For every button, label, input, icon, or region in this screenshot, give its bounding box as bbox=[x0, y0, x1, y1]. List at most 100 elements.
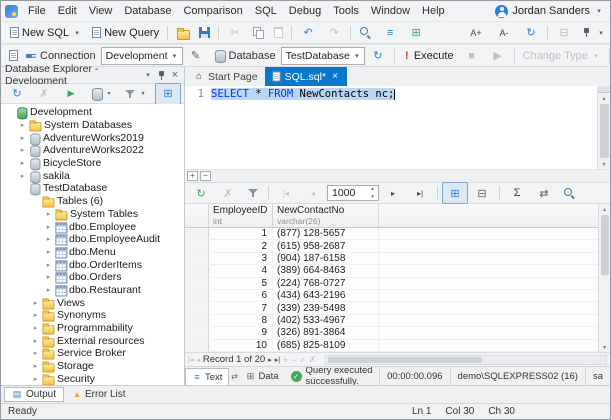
table-row[interactable]: 8 (402) 533-4967 bbox=[185, 314, 610, 328]
row-header[interactable] bbox=[185, 228, 209, 240]
copy-button[interactable] bbox=[248, 24, 269, 41]
refresh-results-button[interactable]: ↻ bbox=[188, 182, 214, 204]
grid-scrollbar[interactable]: ▴ ▾ bbox=[598, 204, 610, 352]
tab-output[interactable]: ▤ Output bbox=[4, 387, 65, 402]
tree-item-service-broker[interactable]: ▸ Service Broker bbox=[1, 347, 184, 360]
chevron-right-icon[interactable]: ▸ bbox=[17, 146, 28, 154]
last-record-icon[interactable]: ▸| bbox=[275, 356, 280, 364]
row-header[interactable] bbox=[185, 240, 209, 252]
table-row[interactable]: 2 (615) 958-2687 bbox=[185, 240, 610, 253]
chevron-right-icon[interactable]: ▸ bbox=[43, 261, 54, 269]
chevron-right-icon[interactable]: ▸ bbox=[30, 324, 41, 332]
table-row[interactable]: 5 (224) 768-0727 bbox=[185, 277, 610, 290]
new-sql-button[interactable]: New SQL ▾ bbox=[5, 22, 87, 44]
tree-item-adventureworks2022[interactable]: ▸ AdventureWorks2022 bbox=[1, 144, 184, 158]
prev-record-icon[interactable]: ◂ bbox=[196, 356, 200, 364]
connection-select[interactable]: Development ▾ bbox=[100, 46, 183, 65]
cell-employeeid[interactable]: 2 bbox=[209, 240, 273, 252]
table-row[interactable]: 9 (326) 891-3864 bbox=[185, 327, 610, 340]
transpose-button[interactable]: ⇄ bbox=[531, 182, 557, 204]
tree-item-external-resources[interactable]: ▸ External resources bbox=[1, 334, 184, 348]
chevron-right-icon[interactable]: ▸ bbox=[17, 121, 28, 129]
tree-item-dbo-restaurant[interactable]: ▸ dbo.Restaurant bbox=[1, 284, 184, 297]
cell-employeeid[interactable]: 9 bbox=[209, 327, 273, 339]
explorer-delete-button[interactable]: ✗ bbox=[31, 83, 57, 105]
tree-item-dbo-menu[interactable]: ▸ dbo.Menu bbox=[1, 246, 184, 259]
cell-newcontactno[interactable]: (402) 533-4967 bbox=[273, 314, 379, 327]
chevron-right-icon[interactable]: ▸ bbox=[30, 337, 41, 345]
menu-sql[interactable]: SQL bbox=[249, 3, 283, 19]
compare-view-toggle[interactable]: ⊞ bbox=[155, 82, 181, 105]
chevron-right-icon[interactable]: ▸ bbox=[30, 362, 41, 370]
format-sql-button[interactable]: ≡ bbox=[377, 22, 403, 44]
next-page-button[interactable]: ▸ bbox=[380, 182, 406, 204]
chevron-right-icon[interactable]: ▸ bbox=[30, 349, 41, 357]
column-header-newcontactno[interactable]: NewContactNo varchar(26) bbox=[273, 204, 379, 227]
chevron-right-icon[interactable]: ▸ bbox=[17, 159, 28, 167]
row-header[interactable] bbox=[185, 289, 209, 302]
stop-execution-button[interactable]: ■ bbox=[459, 45, 485, 67]
find-button[interactable] bbox=[354, 23, 377, 42]
new-query-button[interactable]: New Query bbox=[87, 24, 164, 42]
split-handle[interactable] bbox=[598, 86, 610, 93]
table-row[interactable]: 6 (434) 643-2196 bbox=[185, 289, 610, 303]
tree-item-system-tables[interactable]: ▸ System Tables bbox=[1, 208, 184, 221]
tab-sql-file[interactable]: SQL.sql* × bbox=[264, 67, 348, 86]
grid-find-button[interactable] bbox=[558, 184, 581, 203]
spinner-down-icon[interactable]: ▾ bbox=[367, 193, 378, 201]
chevron-right-icon[interactable]: ▸ bbox=[17, 134, 28, 142]
pin-icon[interactable] bbox=[157, 70, 166, 81]
row-header[interactable] bbox=[185, 265, 209, 277]
cell-newcontactno[interactable]: (685) 825-8109 bbox=[273, 339, 379, 351]
cell-newcontactno[interactable]: (904) 187-6158 bbox=[273, 252, 379, 265]
user-menu[interactable]: Jordan Sanders ▾ bbox=[495, 3, 604, 19]
cancel-edit-icon[interactable]: ✗ bbox=[309, 355, 316, 364]
expand-results-button[interactable]: + bbox=[187, 171, 198, 181]
chevron-right-icon[interactable]: ▸ bbox=[43, 223, 54, 231]
card-view-button[interactable]: ⊟ bbox=[469, 182, 495, 204]
tree-item-storage[interactable]: ▸ Storage bbox=[1, 360, 184, 373]
append-record-icon[interactable]: + bbox=[283, 355, 288, 365]
scroll-up-icon[interactable]: ▴ bbox=[602, 93, 605, 103]
chevron-right-icon[interactable]: ▸ bbox=[43, 273, 54, 281]
cell-newcontactno[interactable]: (615) 958-2687 bbox=[273, 240, 379, 252]
open-file-button[interactable] bbox=[171, 24, 194, 42]
grid-corner-cell[interactable] bbox=[185, 204, 209, 227]
tab-error-list[interactable]: ▲ Error List bbox=[66, 387, 132, 402]
cancel-results-button[interactable]: ✗ bbox=[215, 182, 241, 204]
save-button[interactable] bbox=[194, 24, 215, 41]
next-record-icon[interactable]: ▸ bbox=[268, 356, 272, 364]
first-page-button[interactable]: |◂ bbox=[273, 182, 299, 204]
cut-button[interactable]: ✂ bbox=[222, 22, 248, 44]
editor-scrollbar[interactable]: ▴ ▾ bbox=[597, 86, 610, 169]
cell-employeeid[interactable]: 5 bbox=[209, 277, 273, 289]
chevron-right-icon[interactable]: ▸ bbox=[30, 311, 41, 319]
grid-horizontal-scrollbar[interactable] bbox=[324, 354, 607, 365]
cell-newcontactno[interactable]: (877) 128-5657 bbox=[273, 228, 379, 240]
tree-item-bicyclestore[interactable]: ▸ BicycleStore bbox=[1, 157, 184, 170]
tree-item-testdatabase[interactable]: TestDatabase bbox=[1, 182, 184, 196]
table-row[interactable]: 1 (877) 128-5657 bbox=[185, 228, 610, 241]
scroll-down-icon[interactable]: ▾ bbox=[602, 159, 605, 169]
cell-employeeid[interactable]: 3 bbox=[209, 252, 273, 265]
menu-file[interactable]: File bbox=[22, 3, 52, 19]
grid-view-button[interactable]: ⊞ bbox=[442, 182, 468, 204]
row-header[interactable] bbox=[185, 327, 209, 339]
cell-employeeid[interactable]: 1 bbox=[209, 228, 273, 240]
sql-editor[interactable]: 1 SELECT * FROM NewContacts nc; ▴ ▾ bbox=[185, 86, 610, 170]
cell-employeeid[interactable]: 7 bbox=[209, 302, 273, 314]
scroll-down-icon[interactable]: ▾ bbox=[603, 342, 606, 352]
menu-window[interactable]: Window bbox=[365, 3, 416, 19]
tree-item-adventureworks2019[interactable]: ▸ AdventureWorks2019 bbox=[1, 131, 184, 145]
scrollbar-thumb[interactable] bbox=[327, 356, 482, 363]
execute-button[interactable]: ! Execute bbox=[398, 45, 459, 67]
cell-employeeid[interactable]: 4 bbox=[209, 265, 273, 277]
snippets-button[interactable]: ⊞ bbox=[403, 22, 429, 44]
row-header[interactable] bbox=[185, 252, 209, 265]
window-position-icon[interactable]: ▾ bbox=[143, 67, 153, 83]
delete-record-icon[interactable]: − bbox=[291, 355, 296, 365]
table-row[interactable]: 7 (339) 239-5498 bbox=[185, 302, 610, 315]
table-row[interactable]: 10 (685) 825-8109 bbox=[185, 339, 610, 352]
tree-item-dbo-orderitems[interactable]: ▸ dbo.OrderItems bbox=[1, 258, 184, 272]
tree-item-dbo-employee[interactable]: ▸ dbo.Employee bbox=[1, 220, 184, 233]
